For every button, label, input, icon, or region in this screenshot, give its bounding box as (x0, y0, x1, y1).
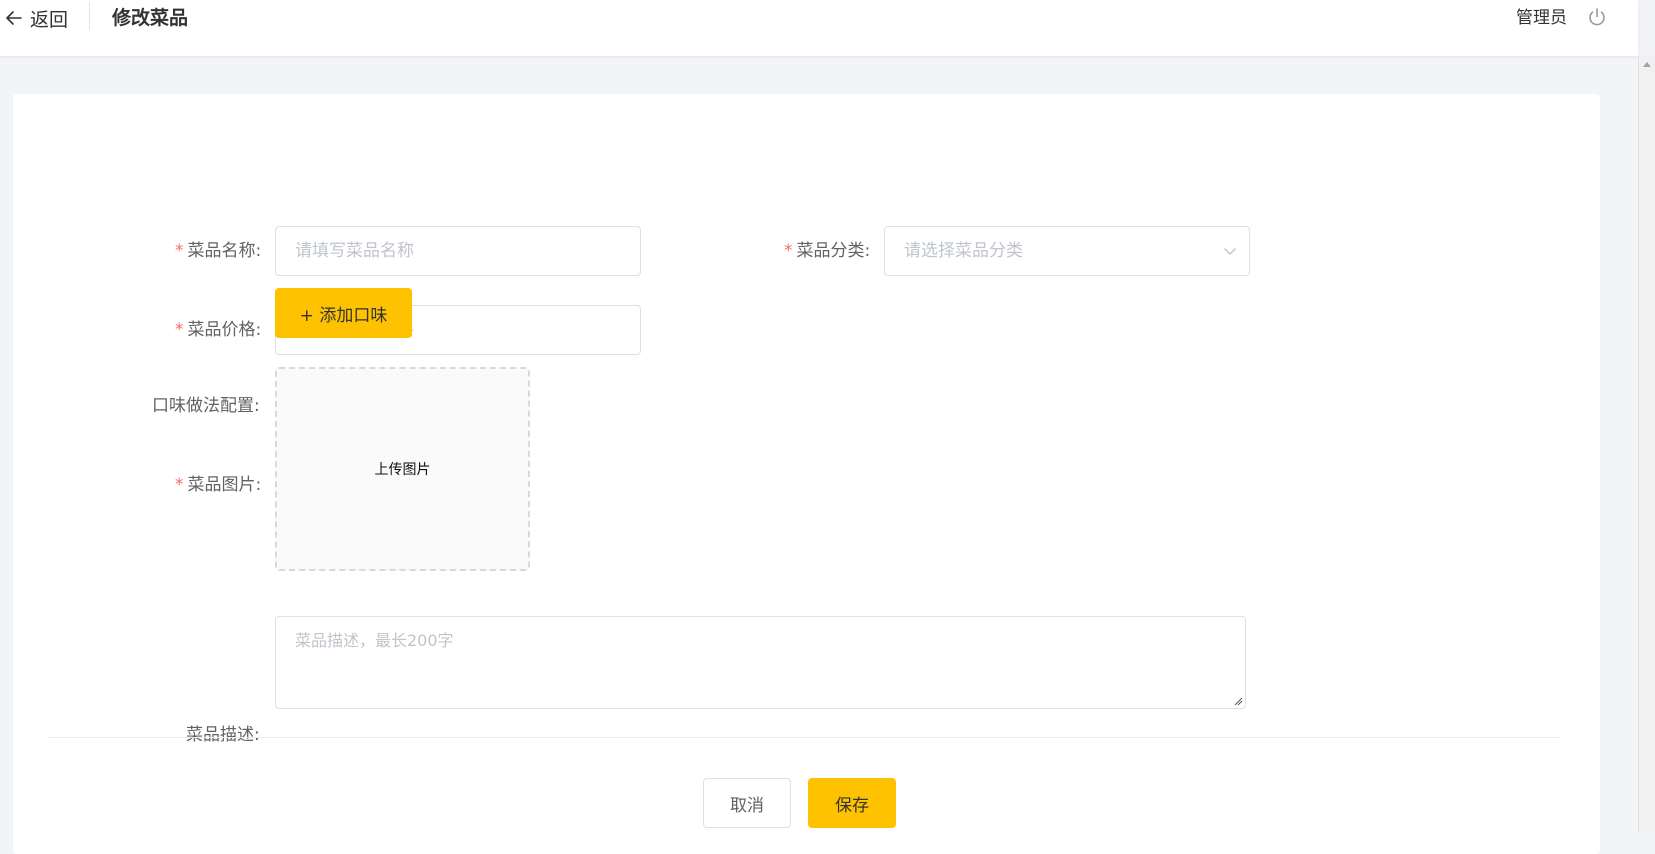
dish-name-input[interactable] (275, 226, 641, 276)
required-mark: * (175, 475, 184, 495)
upload-label: 上传图片 (374, 462, 431, 478)
dish-image-label: * 菜品图片: (175, 473, 261, 497)
cancel-button[interactable]: 取消 (703, 778, 791, 828)
dish-category-label: * 菜品分类: (784, 239, 870, 263)
dish-name-label-text: 菜品名称: (187, 241, 262, 261)
chevron-down-icon (1224, 248, 1236, 255)
vertical-scrollbar[interactable] (1638, 56, 1655, 832)
required-mark: * (784, 241, 793, 261)
form-card: *菜品名称: *菜品分类: 请选择菜品分类 *菜品价格: 口味做法配置: *菜品… (13, 94, 1600, 854)
dish-category-label-text: 菜品分类: (796, 241, 871, 261)
add-flavor-button[interactable]: + 添加口味 (275, 288, 412, 338)
dish-category-placeholder: 请选择菜品分类 (904, 241, 1023, 261)
scroll-up-icon[interactable] (1643, 62, 1651, 67)
flavor-config-label: 口味做法配置: (152, 396, 260, 416)
back-button[interactable]: 返回 (4, 4, 68, 32)
back-label: 返回 (30, 8, 69, 31)
dish-description-label: 菜品描述: (186, 725, 260, 745)
resize-handle-icon[interactable] (1233, 696, 1243, 706)
top-header: 返回 修改菜品 管理员 (0, 0, 1638, 56)
header-divider (89, 2, 90, 30)
image-upload-area[interactable]: 上传图片 (275, 367, 530, 571)
arrow-left-icon (6, 11, 22, 25)
form-divider (49, 737, 1561, 738)
dish-name-label: * 菜品名称: (175, 239, 261, 263)
user-name[interactable]: 管理员 (1516, 4, 1567, 32)
page-title: 修改菜品 (112, 7, 189, 29)
save-button[interactable]: 保存 (808, 778, 896, 828)
required-mark: * (175, 320, 184, 340)
required-mark: * (175, 241, 184, 261)
description-placeholder: 菜品描述，最长200字 (295, 631, 454, 650)
dish-category-select[interactable]: 请选择菜品分类 (884, 226, 1250, 276)
dish-image-label-text: 菜品图片: (187, 475, 262, 495)
power-icon[interactable] (1586, 6, 1608, 28)
dish-description-textarea[interactable]: 菜品描述，最长200字 (275, 616, 1246, 709)
dish-price-label: * 菜品价格: (175, 318, 261, 342)
dish-price-label-text: 菜品价格: (187, 320, 262, 340)
